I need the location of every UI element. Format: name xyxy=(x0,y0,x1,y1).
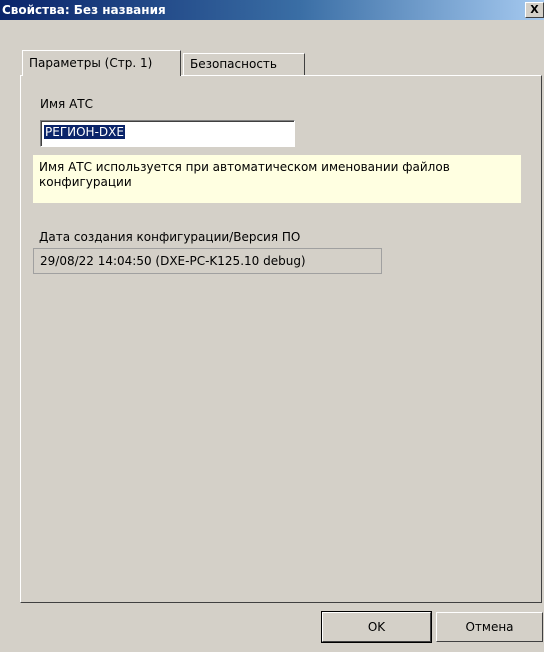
close-icon: X xyxy=(530,3,539,16)
tab-parameters-label: Параметры (Стр. 1) xyxy=(29,56,153,70)
close-button[interactable]: X xyxy=(525,2,544,18)
window-title: Свойства: Без названия xyxy=(2,3,166,17)
pbx-name-value: РЕГИОН-DXE xyxy=(44,125,125,139)
hint-tooltip: Имя АТС используется при автоматическом … xyxy=(33,155,521,203)
ok-button[interactable]: OK xyxy=(321,611,432,643)
pbx-name-input[interactable]: РЕГИОН-DXE xyxy=(40,120,295,147)
tab-security[interactable]: Безопасность xyxy=(183,53,305,76)
pbx-name-label: Имя АТС xyxy=(40,97,93,111)
tab-parameters[interactable]: Параметры (Стр. 1) xyxy=(22,50,181,76)
config-version-label: Дата создания конфигурации/Версия ПО xyxy=(39,230,301,244)
title-bar[interactable]: Свойства: Без названия X xyxy=(0,0,544,20)
properties-dialog: Свойства: Без названия X Параметры (Стр.… xyxy=(0,0,544,652)
cancel-button[interactable]: Отмена xyxy=(436,612,543,642)
tab-security-label: Безопасность xyxy=(190,57,277,71)
config-version-field: 29/08/22 14:04:50 (DXE-PC-K125.10 debug) xyxy=(33,248,382,274)
